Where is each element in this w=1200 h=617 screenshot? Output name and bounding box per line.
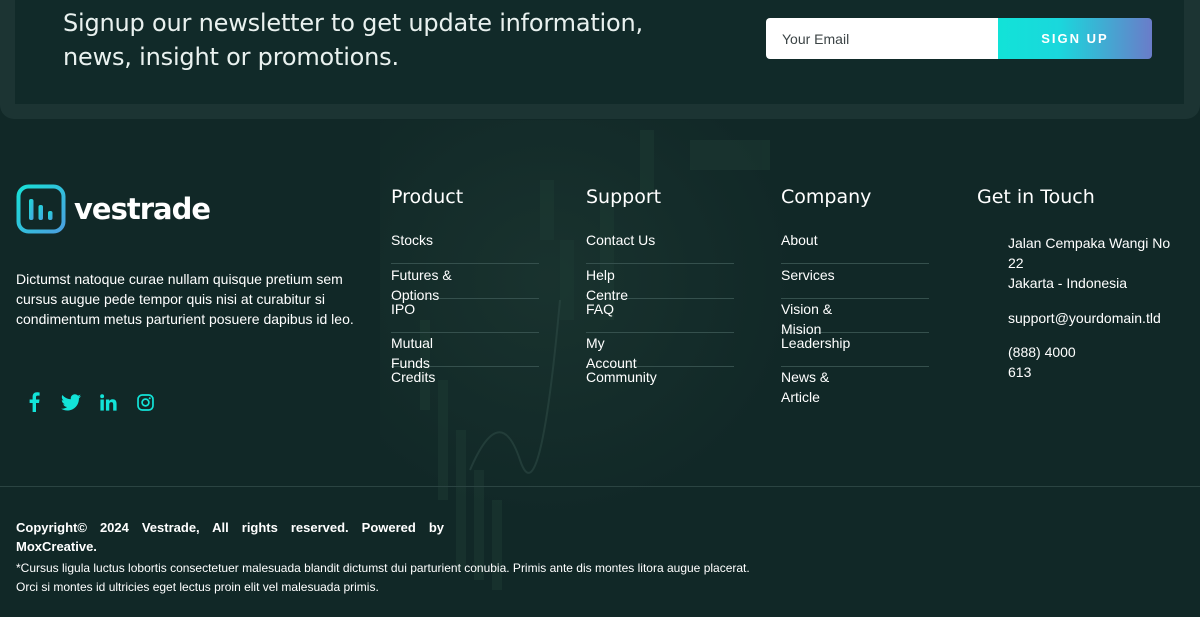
footer-contact: Get in Touch Jalan Cempaka Wangi No 22 J…	[977, 186, 1187, 380]
social-links	[24, 392, 155, 412]
column-title: Product	[391, 186, 464, 208]
disclaimer-text: *Cursus ligula luctus lobortis consectet…	[16, 561, 750, 594]
newsletter-heading: Signup our newsletter to get update info…	[63, 9, 643, 71]
footer-link-vision-mision[interactable]: Vision & Mision	[781, 299, 929, 337]
footer-link-help-centre[interactable]: Help Centre	[586, 265, 734, 303]
contact-email[interactable]: support@yourdomain.tld	[1008, 308, 1161, 328]
bar-chart-logo-icon	[16, 184, 66, 234]
brand-name: vestrade	[74, 192, 211, 226]
footer-link-futures-options[interactable]: Futures & Options	[391, 265, 539, 303]
facebook-icon[interactable]	[24, 392, 44, 412]
footer-link-stocks[interactable]: Stocks	[391, 230, 539, 264]
contact-phone[interactable]: (888) 4000 613	[1008, 342, 1098, 382]
brand-description: Dictumst natoque curae nullam quisque pr…	[16, 271, 354, 327]
footer-link-faq[interactable]: FAQ	[586, 299, 734, 333]
sign-up-button[interactable]: SIGN UP	[998, 18, 1152, 59]
footer-link-community[interactable]: Community	[586, 367, 734, 401]
column-title: Support	[586, 186, 662, 208]
contact-address: Jalan Cempaka Wangi No 22 Jakarta - Indo…	[1008, 235, 1171, 291]
footer-link-leadership[interactable]: Leadership	[781, 333, 929, 367]
footer-link-news-article[interactable]: News & Article	[781, 367, 929, 405]
footer-link-about[interactable]: About	[781, 230, 929, 264]
footer-link-mutual-funds[interactable]: Mutual Funds	[391, 333, 539, 371]
column-title: Company	[781, 186, 872, 208]
column-title: Get in Touch	[977, 186, 1095, 208]
footer-link-services[interactable]: Services	[781, 265, 929, 299]
footer-link-my-account[interactable]: My Account	[586, 333, 734, 371]
footer-link-ipo[interactable]: IPO	[391, 299, 539, 333]
twitter-icon[interactable]	[61, 392, 81, 412]
footer-column-product: Product Stocks Futures & Options IPO Mut…	[391, 186, 539, 385]
newsletter-form: SIGN UP	[766, 18, 1152, 59]
footer-divider	[0, 486, 1200, 487]
footer-link-credits[interactable]: Credits	[391, 367, 539, 401]
email-field[interactable]	[766, 18, 998, 59]
copyright-text: Copyright© 2024 Vestrade, All rights res…	[16, 520, 444, 554]
footer-column-support: Support Contact Us Help Centre FAQ My Ac…	[586, 186, 734, 385]
instagram-icon[interactable]	[135, 392, 155, 412]
vestrade-logo[interactable]: vestrade	[16, 184, 211, 234]
footer-column-company: Company About Services Vision & Mision L…	[781, 186, 929, 405]
linkedin-icon[interactable]	[98, 392, 118, 412]
footer-link-contact-us[interactable]: Contact Us	[586, 230, 734, 264]
